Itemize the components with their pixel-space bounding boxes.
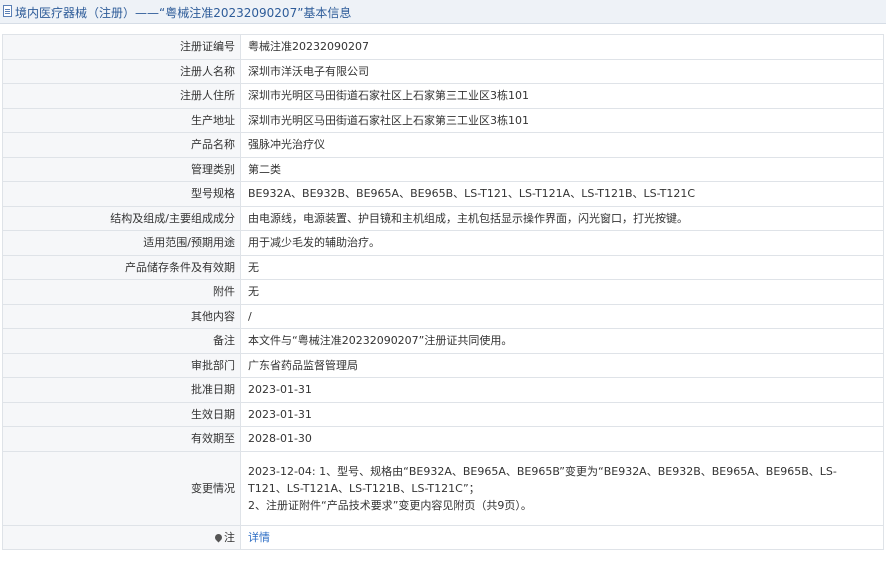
table-row: 管理类别 第二类 bbox=[2, 156, 884, 182]
page-title: 境内医疗器械（注册）——“粤械注准20232090207”基本信息 bbox=[15, 6, 352, 20]
change-history-value: 2023-12-04: 1、型号、规格由“BE932A、BE965A、BE965… bbox=[240, 450, 884, 526]
table-row: 有效期至 2028-01-30 bbox=[2, 426, 884, 452]
field-label: 注册人名称 bbox=[2, 58, 241, 84]
field-value: 本文件与“粤械注准20232090207”注册证共同使用。 bbox=[240, 328, 884, 354]
field-label: 注册人住所 bbox=[2, 83, 241, 109]
field-label: 附件 bbox=[2, 279, 241, 305]
table-row: 型号规格 BE932A、BE932B、BE965A、BE965B、LS-T121… bbox=[2, 181, 884, 207]
table-row: 产品储存条件及有效期 无 bbox=[2, 254, 884, 280]
field-label: 生产地址 bbox=[2, 107, 241, 133]
field-value: 深圳市洋沃电子有限公司 bbox=[240, 58, 884, 84]
field-label: 生效日期 bbox=[2, 401, 241, 427]
field-label: 结构及组成/主要组成成分 bbox=[2, 205, 241, 231]
table-row: 其他内容 / bbox=[2, 303, 884, 329]
page-header: 境内医疗器械（注册）——“粤械注准20232090207”基本信息 bbox=[0, 0, 886, 24]
field-value: 强脉冲光治疗仪 bbox=[240, 132, 884, 158]
table-row: 生效日期 2023-01-31 bbox=[2, 401, 884, 427]
table-row: 适用范围/预期用途 用于减少毛发的辅助治疗。 bbox=[2, 230, 884, 256]
table-row: 备注 本文件与“粤械注准20232090207”注册证共同使用。 bbox=[2, 328, 884, 354]
table-row: 结构及组成/主要组成成分 由电源线，电源装置、护目镜和主机组成，主机包括显示操作… bbox=[2, 205, 884, 231]
field-value: 2028-01-30 bbox=[240, 426, 884, 452]
change-history-row: 变更情况 2023-12-04: 1、型号、规格由“BE932A、BE965A、… bbox=[2, 450, 884, 526]
field-value: 无 bbox=[240, 279, 884, 305]
table-row: 注册人住所 深圳市光明区马田街道石家社区上石家第三工业区3栋101 bbox=[2, 83, 884, 109]
document-icon bbox=[3, 5, 12, 17]
field-value: 用于减少毛发的辅助治疗。 bbox=[240, 230, 884, 256]
field-label: 其他内容 bbox=[2, 303, 241, 329]
field-value: 由电源线，电源装置、护目镜和主机组成，主机包括显示操作界面，闪光窗口，打光按键。 bbox=[240, 205, 884, 231]
table-row: 产品名称 强脉冲光治疗仪 bbox=[2, 132, 884, 158]
details-link[interactable]: 详情 bbox=[248, 531, 270, 544]
field-label: 批准日期 bbox=[2, 377, 241, 403]
field-value: 深圳市光明区马田街道石家社区上石家第三工业区3栋101 bbox=[240, 83, 884, 109]
field-value: 2023-01-31 bbox=[240, 377, 884, 403]
field-label: 型号规格 bbox=[2, 181, 241, 207]
field-label: 有效期至 bbox=[2, 426, 241, 452]
field-label: 产品储存条件及有效期 bbox=[2, 254, 241, 280]
table-row: 注册证编号 粤械注准20232090207 bbox=[2, 34, 884, 60]
change-line: 2023-12-04: 1、型号、规格由“BE932A、BE965A、BE965… bbox=[248, 464, 837, 495]
table-row: 批准日期 2023-01-31 bbox=[2, 377, 884, 403]
pin-icon bbox=[213, 532, 224, 543]
field-label: 适用范围/预期用途 bbox=[2, 230, 241, 256]
change-line: 2、注册证附件“产品技术要求”变更内容见附页（共9页）。 bbox=[248, 498, 532, 512]
field-value: BE932A、BE932B、BE965A、BE965B、LS-T121、LS-T… bbox=[240, 181, 884, 207]
table-row: 注册人名称 深圳市洋沃电子有限公司 bbox=[2, 58, 884, 84]
detail-table: 注册证编号 粤械注准20232090207 注册人名称 深圳市洋沃电子有限公司 … bbox=[2, 34, 884, 550]
field-value: 广东省药品监督管理局 bbox=[240, 352, 884, 378]
table-row: 审批部门 广东省药品监督管理局 bbox=[2, 352, 884, 378]
field-label: 审批部门 bbox=[2, 352, 241, 378]
note-row: 注 详情 bbox=[2, 524, 884, 550]
field-value: 第二类 bbox=[240, 156, 884, 182]
note-value: 详情 bbox=[240, 524, 884, 550]
field-label: 产品名称 bbox=[2, 132, 241, 158]
field-label: 备注 bbox=[2, 328, 241, 354]
note-label-cell: 注 bbox=[2, 524, 241, 550]
field-value: 2023-01-31 bbox=[240, 401, 884, 427]
field-value: / bbox=[240, 303, 884, 329]
field-label: 注册证编号 bbox=[2, 34, 241, 60]
field-label: 管理类别 bbox=[2, 156, 241, 182]
table-row: 生产地址 深圳市光明区马田街道石家社区上石家第三工业区3栋101 bbox=[2, 107, 884, 133]
table-row: 附件 无 bbox=[2, 279, 884, 305]
field-value: 无 bbox=[240, 254, 884, 280]
field-value: 深圳市光明区马田街道石家社区上石家第三工业区3栋101 bbox=[240, 107, 884, 133]
field-label: 注 bbox=[224, 530, 235, 544]
field-value: 粤械注准20232090207 bbox=[240, 34, 884, 60]
field-label: 变更情况 bbox=[2, 450, 241, 526]
